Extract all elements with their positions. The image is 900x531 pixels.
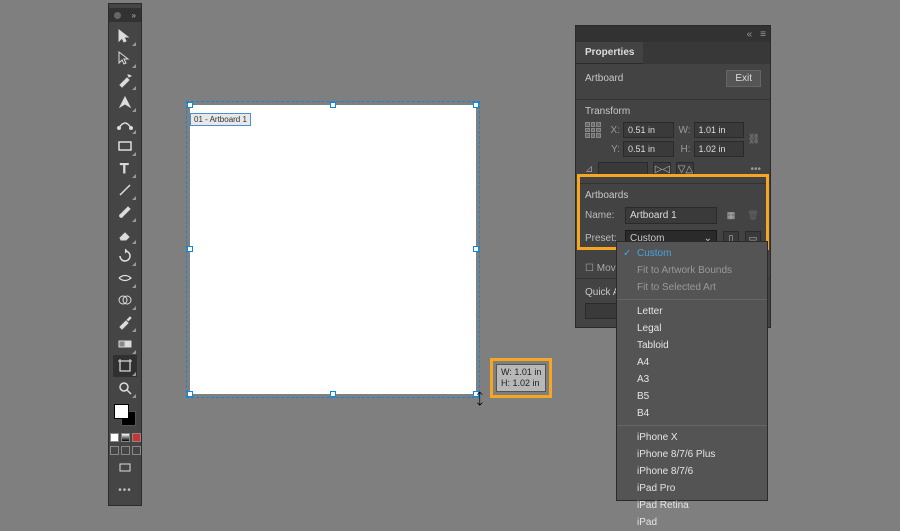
width-tool[interactable] bbox=[113, 267, 137, 289]
artboard-handle[interactable] bbox=[473, 102, 479, 108]
magic-wand-tool[interactable] bbox=[113, 69, 137, 91]
preset-option[interactable]: Fit to Artwork Bounds bbox=[617, 262, 767, 279]
panel-menu-icon[interactable]: ≡ bbox=[760, 29, 766, 40]
artboard-handle[interactable] bbox=[187, 391, 193, 397]
fill-stroke-swatch[interactable] bbox=[114, 404, 136, 426]
preset-option[interactable]: iPhone 8/7/6 Plus bbox=[617, 446, 767, 463]
preset-option[interactable]: iPad Pro bbox=[617, 480, 767, 497]
preset-option[interactable]: B5 bbox=[617, 388, 767, 405]
measurement-w: W: 1.01 in bbox=[501, 367, 541, 378]
preset-option[interactable]: A4 bbox=[617, 354, 767, 371]
artboard-name-field[interactable]: Artboard 1 bbox=[625, 207, 717, 224]
angle-icon: ⊿ bbox=[585, 164, 593, 175]
delete-artboard-icon[interactable]: 🗑 bbox=[745, 208, 761, 224]
shape-builder-tool[interactable] bbox=[113, 289, 137, 311]
exit-button[interactable]: Exit bbox=[726, 70, 761, 87]
x-label: X: bbox=[606, 125, 620, 136]
preset-option[interactable]: iPhone X bbox=[617, 429, 767, 446]
h-label: H: bbox=[677, 144, 691, 155]
draw-mode-row[interactable] bbox=[110, 446, 141, 455]
pen-tool[interactable] bbox=[113, 91, 137, 113]
eyedropper-tool[interactable] bbox=[113, 311, 137, 333]
artboard-tool[interactable] bbox=[113, 355, 137, 377]
y-field[interactable]: 0.51 in bbox=[623, 141, 674, 157]
artboard-label[interactable]: 01 - Artboard 1 bbox=[190, 113, 251, 126]
h-field[interactable]: 1.02 in bbox=[694, 141, 745, 157]
preset-option[interactable]: Legal bbox=[617, 320, 767, 337]
selection-tool[interactable] bbox=[113, 25, 137, 47]
preset-option[interactable]: Tabloid bbox=[617, 337, 767, 354]
gradient-tool[interactable] bbox=[113, 333, 137, 355]
screen-mode-tool[interactable] bbox=[113, 457, 137, 479]
section-title: Transform bbox=[585, 106, 761, 117]
name-label: Name: bbox=[585, 210, 619, 221]
type-tool[interactable]: T bbox=[113, 157, 137, 179]
artboard-handle[interactable] bbox=[473, 246, 479, 252]
artboard-canvas[interactable] bbox=[190, 105, 476, 394]
close-window-icon[interactable] bbox=[114, 12, 121, 19]
flip-vertical-button[interactable]: ▽△ bbox=[676, 162, 694, 177]
artboard-handle[interactable] bbox=[330, 102, 336, 108]
rectangle-tool[interactable] bbox=[113, 135, 137, 157]
object-type-label: Artboard bbox=[585, 73, 623, 84]
w-field[interactable]: 1.01 in bbox=[694, 122, 745, 138]
flip-horizontal-button[interactable]: ▷◁ bbox=[653, 162, 671, 177]
new-artboard-icon[interactable]: ▦ bbox=[723, 208, 739, 224]
preset-dropdown-list: CustomFit to Artwork BoundsFit to Select… bbox=[616, 241, 768, 501]
panel-collapse-icon[interactable]: « bbox=[747, 29, 753, 40]
curvature-tool[interactable] bbox=[113, 113, 137, 135]
eraser-tool[interactable] bbox=[113, 223, 137, 245]
transform-section: Transform X:0.51 in W:1.01 in ⛓ Y:0.51 i… bbox=[576, 99, 770, 183]
preset-option[interactable]: A3 bbox=[617, 371, 767, 388]
reference-point-widget[interactable] bbox=[585, 122, 601, 138]
tools-panel: » T ••• bbox=[108, 3, 142, 506]
section-title: Artboards bbox=[585, 190, 761, 201]
more-options-icon[interactable]: ••• bbox=[750, 164, 761, 175]
panel-titlebar[interactable]: «≡ bbox=[576, 26, 770, 42]
link-wh-icon[interactable]: ⛓ bbox=[747, 134, 761, 145]
preset-option[interactable]: B4 bbox=[617, 405, 767, 422]
line-tool[interactable] bbox=[113, 179, 137, 201]
x-field[interactable]: 0.51 in bbox=[623, 122, 674, 138]
artboard-handle[interactable] bbox=[187, 102, 193, 108]
preset-option[interactable]: iPad bbox=[617, 514, 767, 531]
artboard-handle[interactable] bbox=[330, 391, 336, 397]
collapse-chevrons-icon[interactable]: » bbox=[132, 11, 136, 20]
preset-option[interactable]: Fit to Selected Art bbox=[617, 279, 767, 296]
toolbar-titlebar[interactable]: » bbox=[109, 8, 141, 22]
color-mode-row[interactable] bbox=[110, 433, 141, 442]
rotate-field[interactable] bbox=[598, 162, 648, 177]
y-label: Y: bbox=[606, 144, 620, 155]
properties-tab[interactable]: Properties bbox=[576, 42, 643, 64]
svg-text:T: T bbox=[120, 160, 129, 176]
measurement-highlight: W: 1.01 in H: 1.02 in bbox=[490, 358, 552, 398]
preset-option[interactable]: Custom bbox=[617, 245, 767, 262]
direct-selection-tool[interactable] bbox=[113, 47, 137, 69]
object-type-row: Artboard Exit bbox=[576, 64, 770, 99]
artboard-handle[interactable] bbox=[187, 246, 193, 252]
measurement-tooltip: W: 1.01 in H: 1.02 in bbox=[496, 364, 546, 392]
rotate-tool[interactable] bbox=[113, 245, 137, 267]
measurement-h: H: 1.02 in bbox=[501, 378, 541, 389]
preset-option[interactable]: iPhone 8/7/6 bbox=[617, 463, 767, 480]
edit-toolbar-button[interactable]: ••• bbox=[113, 479, 137, 501]
zoom-tool[interactable] bbox=[113, 377, 137, 399]
preset-label: Preset: bbox=[585, 233, 619, 244]
w-label: W: bbox=[677, 125, 691, 136]
paintbrush-tool[interactable] bbox=[113, 201, 137, 223]
preset-option[interactable]: Letter bbox=[617, 303, 767, 320]
